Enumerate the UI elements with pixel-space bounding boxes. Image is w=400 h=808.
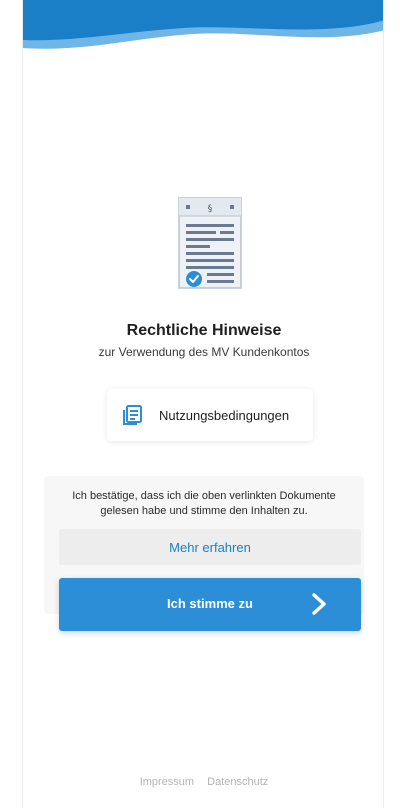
chevron-right-icon xyxy=(312,593,326,615)
terms-of-use-link[interactable]: Nutzungsbedingungen xyxy=(107,389,313,441)
header-wave xyxy=(23,0,383,49)
agree-button[interactable]: Ich stimme zu xyxy=(59,578,361,631)
document-list-icon xyxy=(123,405,142,425)
legal-document-check-icon: § xyxy=(178,197,242,289)
page-subtitle: zur Verwendung des MV Kundenkontos xyxy=(98,345,310,359)
confirmation-text: Ich bestätige, dass ich die oben verlink… xyxy=(72,490,336,517)
app-frame: § Rechtliche Hinweise zur Verwendung des… xyxy=(22,0,384,808)
terms-of-use-label: Nutzungsbedingungen xyxy=(159,407,290,423)
footer: Impressum Datenschutz xyxy=(23,776,383,788)
section-symbol: § xyxy=(208,204,213,214)
learn-more-button[interactable]: Mehr erfahren xyxy=(59,529,361,565)
imprint-link[interactable]: Impressum xyxy=(140,776,194,788)
privacy-link[interactable]: Datenschutz xyxy=(207,776,268,788)
page-title: Rechtliche Hinweise xyxy=(126,322,282,339)
agree-button-label: Ich stimme zu xyxy=(167,596,253,611)
